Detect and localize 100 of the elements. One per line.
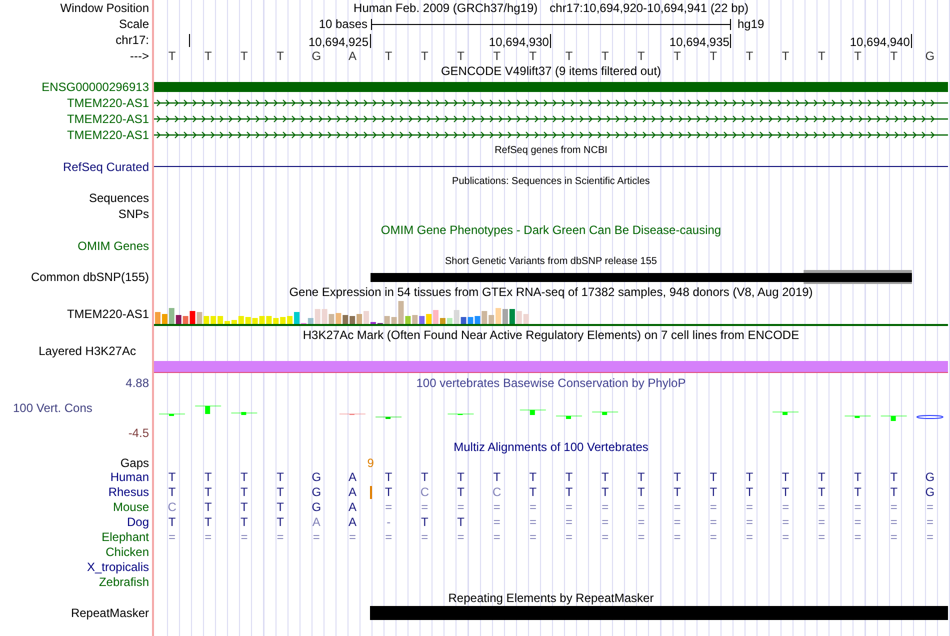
base-letter: = <box>708 516 718 528</box>
base-letter: = <box>492 501 502 513</box>
position-tick: 10,694,930 <box>406 34 551 48</box>
base-letter: T <box>240 471 249 483</box>
base-letter: C <box>166 501 178 513</box>
base-letter: = <box>636 501 646 513</box>
base-letter: T <box>384 471 394 483</box>
base-letter: = <box>853 516 862 528</box>
base-letter: T <box>456 486 466 498</box>
base-letter: T <box>276 486 285 498</box>
base-letter: T <box>203 516 213 528</box>
base-letter: T <box>203 471 213 483</box>
base-letter: = <box>889 516 898 528</box>
base-letter: T <box>203 50 213 62</box>
base-letter: T <box>636 471 646 483</box>
base-letter: = <box>708 501 718 513</box>
base-letter: C <box>492 486 502 498</box>
base-letter: T <box>456 50 466 62</box>
track-title: 100 vertebrates Basewise Conservation by PhyloP <box>416 377 686 389</box>
track-title: Short Genetic Variants from dbSNP release 155 <box>445 256 657 267</box>
base-letter: T <box>600 50 610 62</box>
track-label: RefSeq Curated <box>62 160 149 172</box>
base-letter: = <box>348 531 357 543</box>
base-letter: T <box>600 486 610 498</box>
base-letter: = <box>672 501 682 513</box>
track-label: Rhesus <box>108 486 149 498</box>
base-letter: T <box>203 501 213 513</box>
axis-min-label: -4.5 <box>127 427 149 439</box>
track-label: TMEM220-AS1 <box>66 96 149 108</box>
gap-count: 9 <box>366 456 375 468</box>
base-letter: T <box>492 471 502 483</box>
base-letter: T <box>853 471 862 483</box>
position-tick: 10,694,940 <box>768 34 912 48</box>
strand-label: ---> <box>130 50 149 62</box>
base-letter: T <box>528 486 538 498</box>
assembly-text: hg19 <box>736 18 766 30</box>
track-label: RepeatMasker <box>70 607 149 619</box>
track-label: chr17: <box>116 34 149 46</box>
base-letter: T <box>564 471 574 483</box>
base-letter: T <box>817 50 826 62</box>
track-label: Dog <box>126 516 149 528</box>
base-letter: A <box>347 501 358 513</box>
track-label: ENSG00000296913 <box>42 81 149 93</box>
base-letter: = <box>853 531 862 543</box>
base-letter: T <box>384 486 394 498</box>
base-letter: T <box>203 486 213 498</box>
base-letter: = <box>600 531 610 543</box>
base-letter: = <box>456 501 466 513</box>
base-letter: = <box>564 531 574 543</box>
base-letter: T <box>853 50 862 62</box>
track-label: X_tropicalis <box>86 561 149 573</box>
track-title: Publications: Sequences in Scientific Articles <box>452 177 650 188</box>
base-letter: T <box>636 50 646 62</box>
track-label: Scale <box>118 18 149 30</box>
track-label: Chicken <box>106 546 149 558</box>
track-title: Multiz Alignments of 100 Vertebrates <box>454 441 648 454</box>
position-tick: 10,694,925 <box>226 34 371 48</box>
track-label: Elephant <box>102 531 149 543</box>
base-letter: = <box>817 516 826 528</box>
base-letter: A <box>347 486 358 498</box>
base-letter: T <box>492 50 502 62</box>
base-letter: A <box>347 50 358 62</box>
base-letter: = <box>708 531 718 543</box>
base-letter: G <box>924 486 936 498</box>
base-letter: T <box>167 50 177 62</box>
base-letter: = <box>168 531 177 543</box>
base-letter: = <box>781 516 790 528</box>
base-letter: = <box>925 516 934 528</box>
base-letter: - <box>386 516 392 528</box>
base-letter: = <box>204 531 213 543</box>
base-letter: T <box>564 50 574 62</box>
base-letter: = <box>528 516 538 528</box>
base-letter: = <box>889 501 898 513</box>
base-letter: T <box>240 516 249 528</box>
base-letter: A <box>347 471 358 483</box>
track-label: Mouse <box>112 501 149 513</box>
track-title: Repeating Elements by RepeatMasker <box>448 592 654 604</box>
base-letter: G <box>924 50 936 62</box>
base-letter: = <box>384 501 394 513</box>
base-letter: = <box>384 531 394 543</box>
base-letter: T <box>744 486 754 498</box>
track-label: SNPs <box>118 208 149 220</box>
base-letter: = <box>636 531 646 543</box>
base-letter: = <box>744 516 754 528</box>
base-letter: T <box>889 471 899 483</box>
base-letter: T <box>420 50 430 62</box>
base-letter: = <box>925 531 934 543</box>
base-letter: T <box>672 50 682 62</box>
base-letter: T <box>240 50 249 62</box>
base-letter: = <box>817 501 826 513</box>
base-letter: = <box>276 531 285 543</box>
track-label: Zebrafish <box>98 576 149 588</box>
base-letter: = <box>853 501 862 513</box>
track-title: H3K27Ac Mark (Often Found Near Active Regulatory Elements) on 7 cell lines from ENCODE <box>302 328 800 341</box>
base-letter: T <box>889 486 899 498</box>
position-tick: 10,694,935 <box>587 34 732 48</box>
base-letter: G <box>310 501 322 513</box>
base-letter: = <box>564 501 574 513</box>
track-label: Human <box>110 471 149 483</box>
base-letter: T <box>889 50 899 62</box>
